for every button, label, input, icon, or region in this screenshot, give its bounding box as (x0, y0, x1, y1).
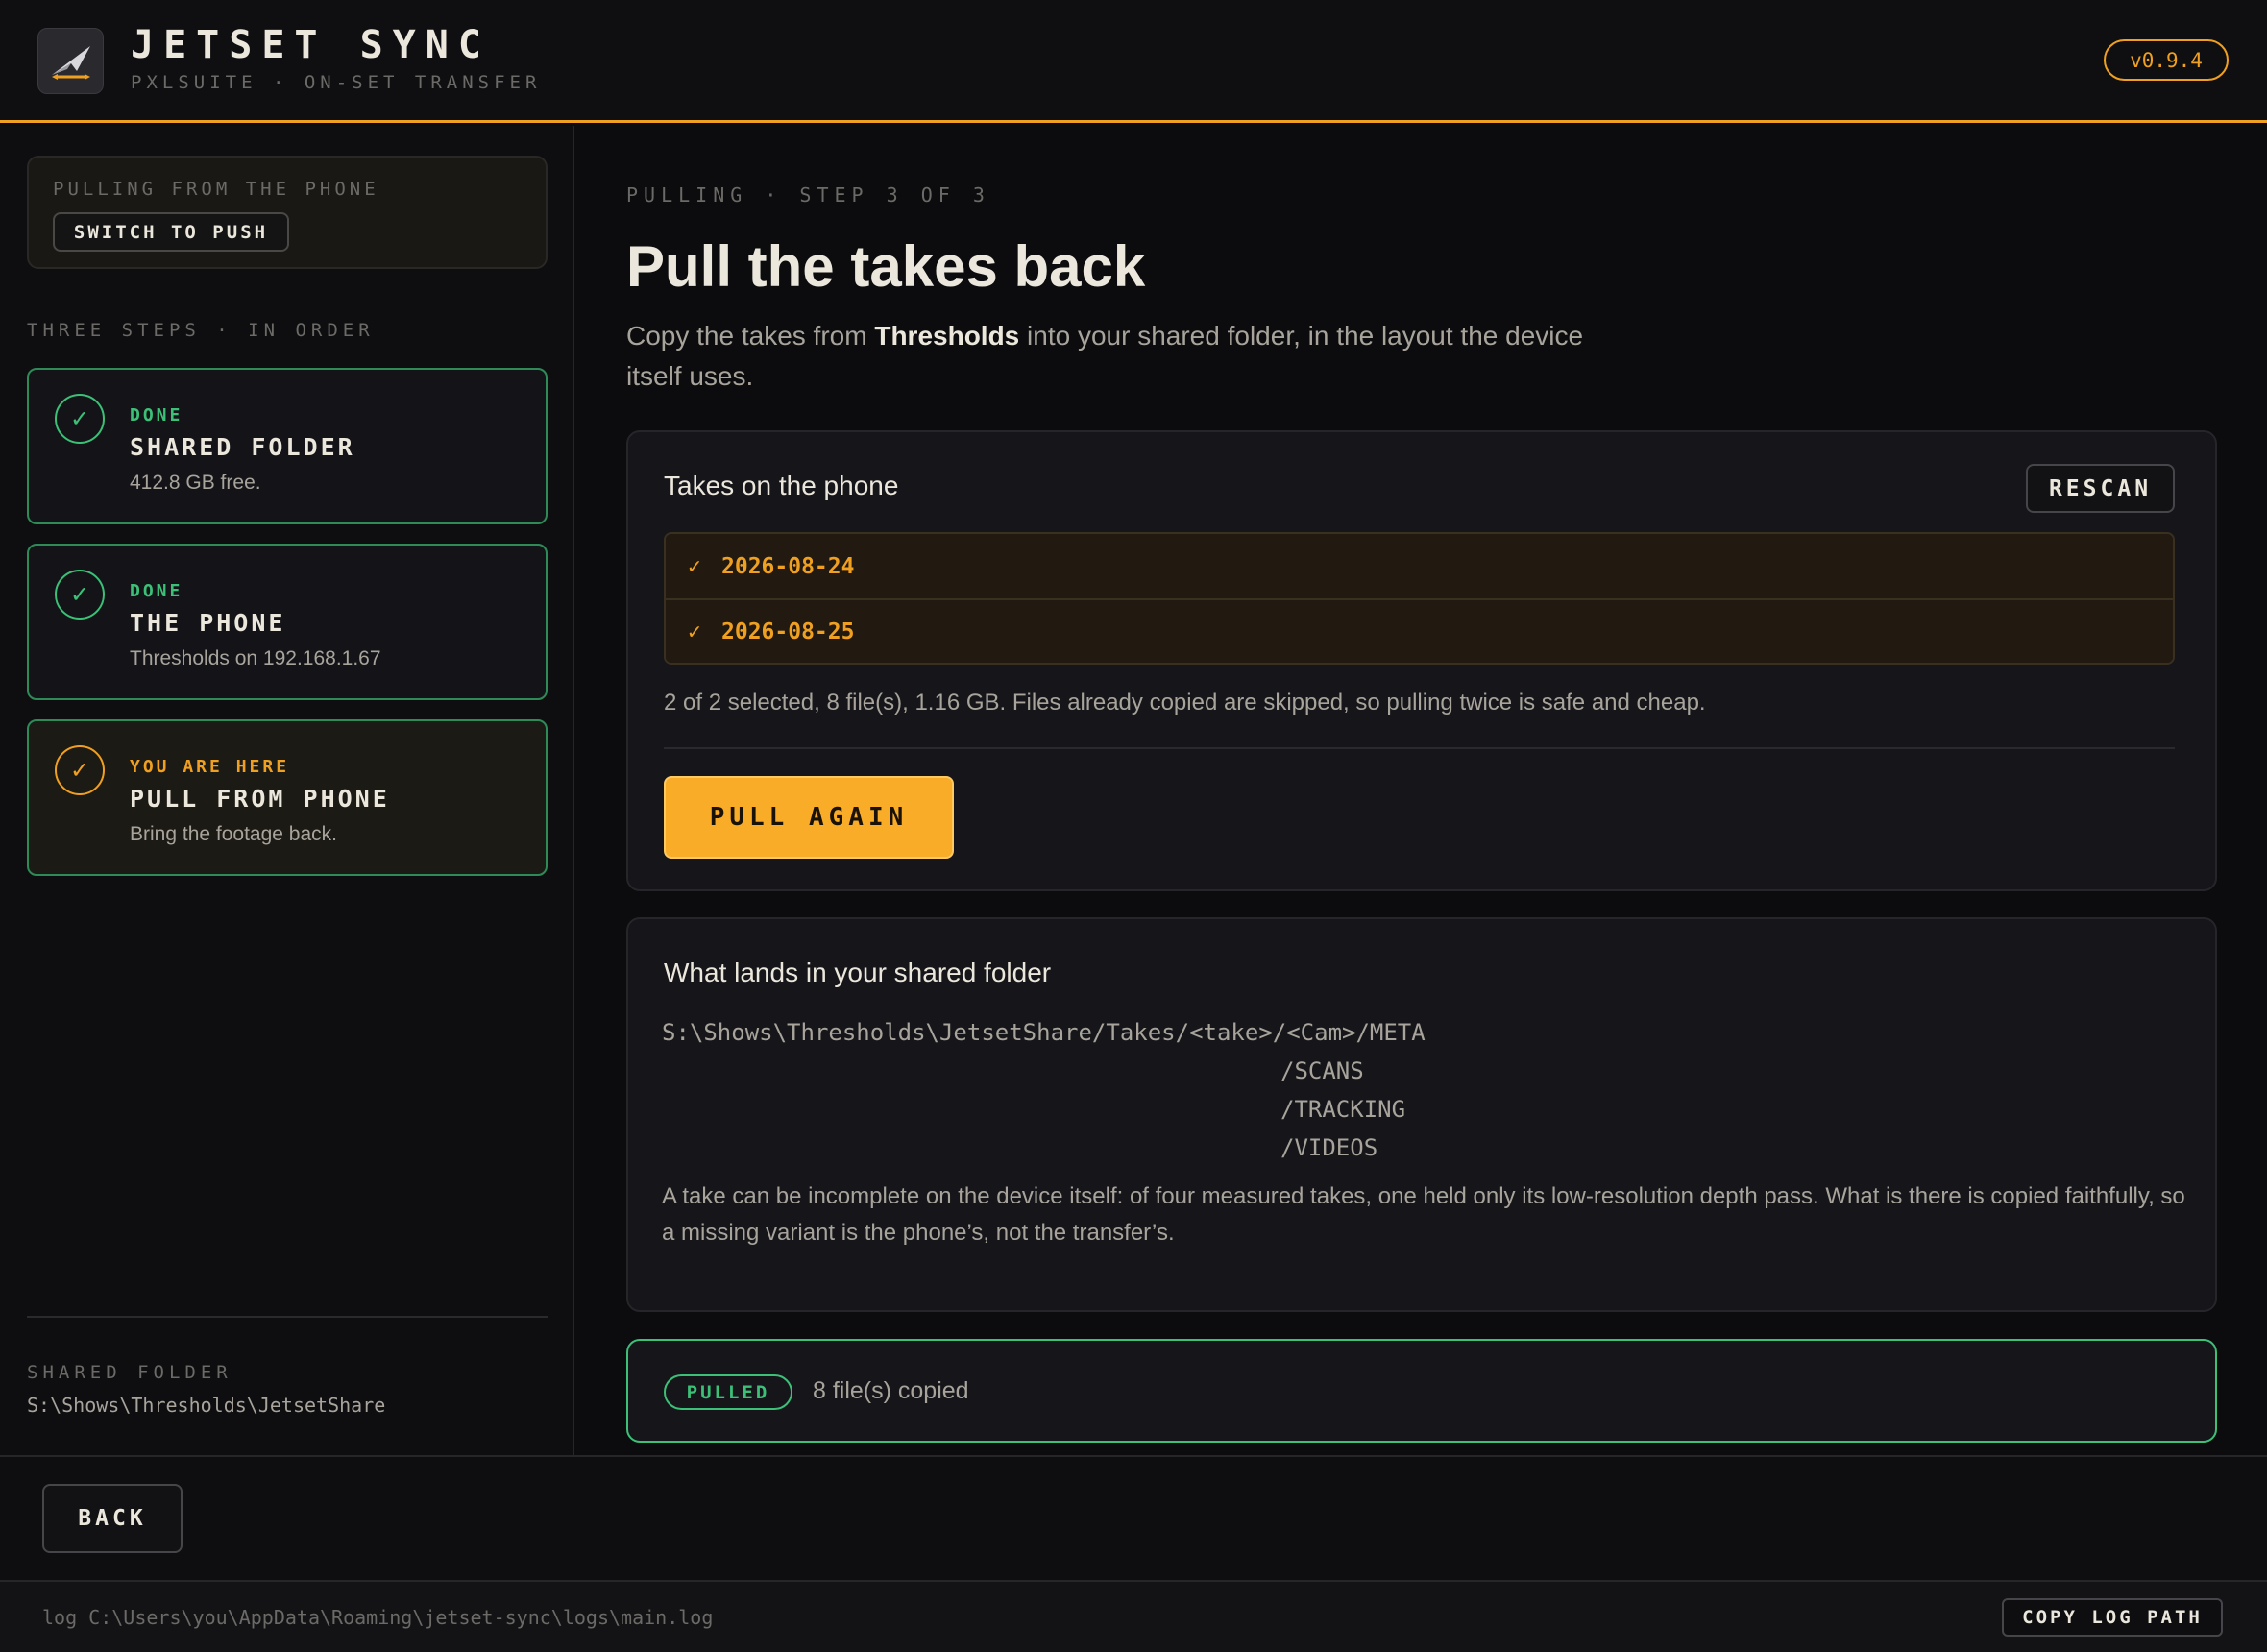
step-status: DONE (130, 405, 183, 425)
selection-summary: 2 of 2 selected, 8 file(s), 1.16 GB. Fil… (664, 690, 1706, 716)
step-title: PULL FROM PHONE (130, 785, 390, 813)
path-sub: /SCANS (1280, 1057, 1364, 1084)
folder-layout-content: S:\Shows\Thresholds\JetsetShare/Takes/<t… (626, 917, 2217, 1312)
steps-heading: THREE STEPS · IN ORDER (27, 320, 375, 341)
shared-folder-path: S:\Shows\Thresholds\JetsetShare (27, 1394, 386, 1417)
check-icon: ✓ (688, 619, 701, 644)
take-row[interactable]: ✓ 2026-08-24 (666, 534, 2173, 598)
page-title: Pull the takes back (626, 234, 1146, 299)
jet-plane-logo-icon (37, 28, 104, 94)
path-sub: /TRACKING (1280, 1096, 1406, 1123)
device-name: Thresholds (874, 321, 1020, 351)
step-title: SHARED FOLDER (130, 433, 355, 461)
step-pull-from-phone[interactable]: ✓ YOU ARE HERE PULL FROM PHONE Bring the… (27, 719, 548, 876)
check-icon: ✓ (55, 394, 105, 444)
back-button[interactable]: BACK (42, 1484, 183, 1553)
step-eyebrow: PULLING · STEP 3 OF 3 (626, 183, 990, 206)
take-row[interactable]: ✓ 2026-08-25 (666, 598, 2173, 663)
check-icon: ✓ (55, 570, 105, 620)
takes-list: ✓ 2026-08-24 ✓ 2026-08-25 (664, 532, 2175, 665)
pulled-status-badge: PULLED (664, 1374, 792, 1410)
page-description: Copy the takes from Thresholds into your… (626, 316, 1645, 397)
copy-log-path-button[interactable]: COPY LOG PATH (2002, 1598, 2223, 1637)
pull-again-button[interactable]: PULL AGAIN (664, 776, 954, 859)
mode-label: PULLING FROM THE PHONE (53, 179, 379, 200)
path-sub: /VIDEOS (1280, 1134, 1378, 1161)
app-header: JETSET SYNC PXLSUITE · ON-SET TRANSFER v… (0, 0, 2267, 123)
version-badge: v0.9.4 (2104, 39, 2229, 81)
step-description: Bring the footage back. (130, 823, 337, 845)
folder-path-tree: S:\Shows\Thresholds\JetsetShare/Takes/<t… (662, 1013, 1426, 1167)
footer-bar: BACK (0, 1455, 2267, 1580)
desc-text: Copy the takes from (626, 321, 875, 351)
folder-note: A take can be incomplete on the device i… (662, 1183, 2185, 1246)
step-description: Thresholds on 192.168.1.67 (130, 647, 381, 669)
switch-to-push-button[interactable]: SWITCH TO PUSH (53, 212, 289, 252)
log-path: log C:\Users\you\AppData\Roaming\jetset-… (42, 1606, 714, 1629)
mode-panel: PULLING FROM THE PHONE SWITCH TO PUSH (27, 156, 548, 269)
take-date: 2026-08-25 (721, 619, 855, 644)
step-title: THE PHONE (130, 609, 286, 637)
takes-card-title: Takes on the phone (664, 471, 899, 500)
step-shared-folder[interactable]: ✓ DONE SHARED FOLDER 412.8 GB free. (27, 368, 548, 524)
rescan-button[interactable]: RESCAN (2026, 464, 2175, 513)
log-bar: log C:\Users\you\AppData\Roaming\jetset-… (0, 1580, 2267, 1652)
app-title: JETSET SYNC (131, 23, 491, 67)
step-status: YOU ARE HERE (130, 757, 290, 777)
check-icon: ✓ (55, 745, 105, 795)
path-root: S:\Shows\Thresholds\JetsetShare/Takes/<t… (662, 1019, 1426, 1046)
step-the-phone[interactable]: ✓ DONE THE PHONE Thresholds on 192.168.1… (27, 544, 548, 700)
card-divider (664, 747, 2175, 749)
check-icon: ✓ (688, 553, 701, 579)
app-subtitle: PXLSUITE · ON-SET TRANSFER (131, 72, 542, 93)
step-status: DONE (130, 581, 183, 601)
takes-card: Takes on the phone RESCAN ✓ 2026-08-24 ✓… (626, 430, 2217, 891)
result-card: PULLED 8 file(s) copied (626, 1339, 2217, 1443)
take-date: 2026-08-24 (721, 553, 855, 579)
main-content: PULLING · STEP 3 OF 3 Pull the takes bac… (576, 126, 2267, 1455)
shared-folder-label: SHARED FOLDER (27, 1362, 232, 1383)
result-text: 8 file(s) copied (813, 1377, 969, 1404)
sidebar-divider (27, 1316, 548, 1318)
step-description: 412.8 GB free. (130, 472, 261, 494)
sidebar: PULLING FROM THE PHONE SWITCH TO PUSH TH… (0, 126, 574, 1455)
